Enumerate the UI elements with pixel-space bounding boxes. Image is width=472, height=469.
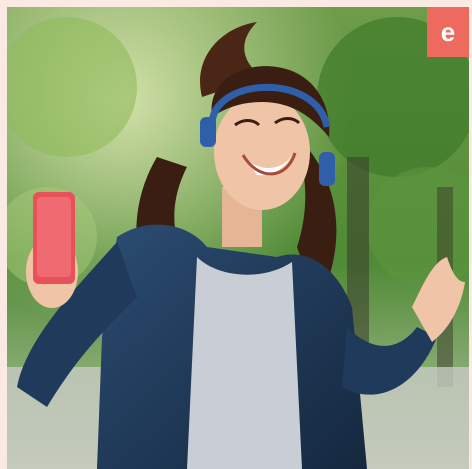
letter-badge: e bbox=[427, 7, 469, 57]
photo bbox=[7, 7, 469, 469]
photo-illustration bbox=[7, 7, 469, 469]
image-frame: e bbox=[0, 0, 472, 469]
shirt bbox=[187, 257, 302, 469]
face bbox=[214, 94, 310, 210]
